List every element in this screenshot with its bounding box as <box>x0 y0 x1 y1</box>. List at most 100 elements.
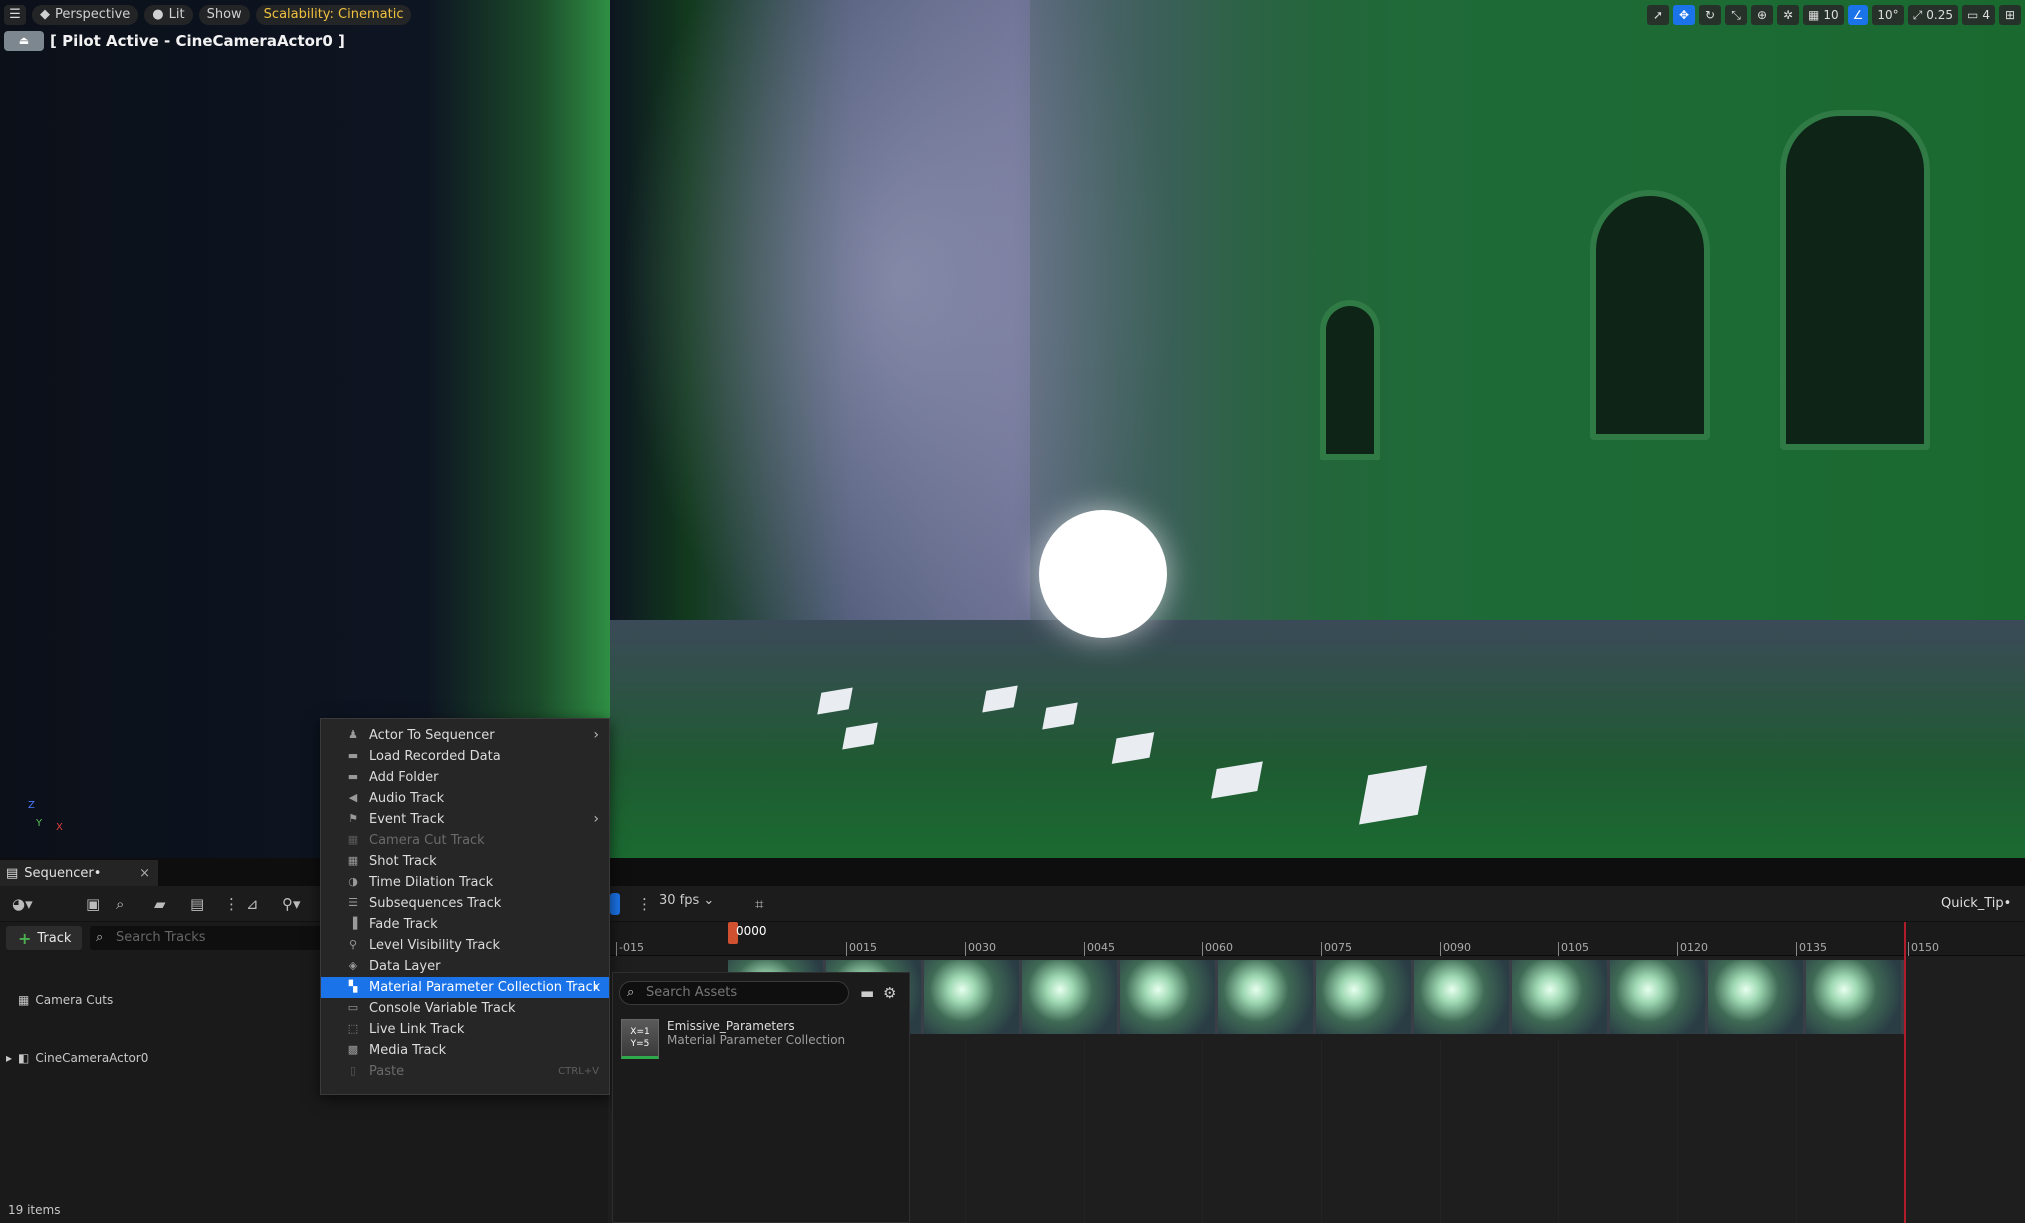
scale-snap-button[interactable]: ⤢ 0.25 <box>1907 5 1959 25</box>
menu-item-level-visibility-track[interactable]: ⚲ Level Visibility Track <box>321 935 609 956</box>
thumbnail <box>1414 960 1512 1034</box>
folder-icon: ▬ <box>347 770 359 783</box>
snap-curve-icon[interactable]: ⌗ <box>755 893 763 915</box>
camera-cut-icon: ▦ <box>347 833 359 846</box>
rotation-snap-value-box[interactable]: 10° <box>1872 5 1904 25</box>
menu-item-paste: ▯ Paste CTRL+V <box>321 1061 609 1082</box>
thumbnail <box>1610 960 1708 1034</box>
menu-item-actor-to-sequencer[interactable]: ♟ Actor To Sequencer › <box>321 725 609 746</box>
flag-icon: ⚑ <box>348 812 358 825</box>
expand-arrow-icon[interactable]: ▸ <box>6 1051 12 1065</box>
key-tools-icon[interactable]: ⚲▾ <box>282 893 301 915</box>
maximize-viewport-icon[interactable]: ⊞ <box>1999 5 2021 25</box>
camera-speed-button[interactable]: ▭ 4 <box>1962 5 1995 25</box>
show-button[interactable]: Show <box>198 5 250 25</box>
ruler-tick: 0045 <box>1084 942 1115 956</box>
thumbnail <box>1022 960 1120 1034</box>
lit-button[interactable]: ● Lit <box>144 5 193 25</box>
grid-snap-button[interactable]: ▦ 10 <box>1803 5 1844 25</box>
sequencer-tab[interactable]: ▤ Sequencer• × <box>0 860 158 886</box>
close-tab-icon[interactable]: × <box>139 866 150 881</box>
chevron-right-icon: › <box>593 727 599 743</box>
menu-item-material-parameter-collection-track[interactable]: ▚ Material Parameter Collection Track › <box>321 977 609 998</box>
menu-item-time-dilation-track[interactable]: ◑ Time Dilation Track <box>321 872 609 893</box>
toolbar-more-icon[interactable]: ⋮ <box>637 893 652 915</box>
grid-line <box>965 1040 966 1223</box>
add-track-button[interactable]: + Track <box>6 926 82 950</box>
media-icon: ▩ <box>347 1043 359 1056</box>
angle-icon: ∠ <box>1852 8 1864 22</box>
grid-line <box>1440 1040 1441 1223</box>
level-viewport[interactable]: ☰ ◆ Perspective ● Lit Show Scalability: Ci… <box>0 0 2025 858</box>
asset-type: Material Parameter Collection <box>667 1033 846 1047</box>
ruler-tick: 0015 <box>846 942 877 956</box>
save-icon[interactable]: ▣ <box>86 893 100 915</box>
camera-actor-icon: ◧ <box>18 1051 30 1065</box>
menu-item-fade-track[interactable]: ▐ Fade Track <box>321 914 609 935</box>
menu-item-label: Event Track <box>369 812 445 827</box>
lit-label: Lit <box>168 7 185 22</box>
grid-icon: ▦ <box>1808 8 1820 22</box>
ruler-tick: 0060 <box>1202 942 1233 956</box>
track-row-camera-cuts[interactable]: ▦ Camera Cuts <box>0 988 330 1012</box>
grid-line <box>1321 1040 1322 1223</box>
track-row-cinecamera[interactable]: ▸ ◧ CineCameraActor0 <box>0 1046 330 1070</box>
scale-icon[interactable]: ⤡ <box>1725 5 1748 25</box>
menu-item-event-track[interactable]: ⚑ Event Track › <box>321 809 609 830</box>
time-ruler[interactable]: 0000 -015 0015 0030 0045 0060 0075 0090 … <box>608 922 2025 956</box>
rotate-icon[interactable]: ↻ <box>1699 5 1722 25</box>
menu-item-load-recorded-data[interactable]: ▬ Load Recorded Data <box>321 746 609 767</box>
sequence-name-label[interactable]: Quick_Tip• <box>1941 896 2011 911</box>
actor-icon: ♟ <box>348 728 358 741</box>
folder-icon[interactable]: ▬ <box>860 984 874 1002</box>
chevron-right-icon: › <box>593 979 599 995</box>
menu-item-label: Camera Cut Track <box>369 833 485 848</box>
menu-item-label: Load Recorded Data <box>369 749 501 764</box>
end-marker[interactable] <box>1904 922 1906 1223</box>
hamburger-icon[interactable]: ☰ <box>4 5 26 25</box>
menu-item-label: Paste <box>369 1064 405 1079</box>
grid-line <box>1796 1040 1797 1223</box>
menu-item-console-variable-track[interactable]: ▭ Console Variable Track <box>321 998 609 1019</box>
building-window <box>1590 190 1710 440</box>
eject-pilot-button[interactable]: ⏏ <box>4 31 44 51</box>
cube-icon: ◆ <box>40 7 50 22</box>
world-local-icon[interactable]: ⊕ <box>1751 5 1774 25</box>
grid-line <box>1202 1040 1203 1223</box>
select-icon[interactable]: ➚ <box>1647 5 1670 25</box>
gear-icon[interactable]: ⚙ <box>883 984 896 1002</box>
menu-item-audio-track[interactable]: ◀ Audio Track <box>321 788 609 809</box>
menu-item-data-layer[interactable]: ◈ Data Layer <box>321 956 609 977</box>
asset-thumbnail: X=1 Y=5 <box>621 1019 659 1059</box>
clapper-icon[interactable]: ▤ <box>190 893 204 915</box>
curve-editor-icon[interactable]: ⊿ <box>246 893 259 915</box>
fps-dropdown[interactable]: 30 fps ⌄ <box>659 893 714 908</box>
search-assets-input[interactable]: ⌕ Search Assets <box>619 981 849 1005</box>
menu-item-label: Media Track <box>369 1043 447 1058</box>
perspective-button[interactable]: ◆ Perspective <box>32 5 139 25</box>
translate-icon[interactable]: ✥ <box>1673 5 1696 25</box>
rotation-snap-button[interactable]: ∠ <box>1847 5 1869 25</box>
asset-item[interactable]: X=1 Y=5 Emissive_Parameters Material Par… <box>621 1019 907 1061</box>
ruler-tick: 0120 <box>1677 942 1708 956</box>
scale-snap-icon: ⤢ <box>1912 8 1923 22</box>
thumbnail <box>1512 960 1610 1034</box>
menu-item-live-link-track[interactable]: ⬚ Live Link Track <box>321 1019 609 1040</box>
menu-item-add-folder[interactable]: ▬ Add Folder <box>321 767 609 788</box>
world-icon[interactable]: ◕▾ <box>12 893 33 915</box>
menu-item-subsequences-track[interactable]: ☰ Subsequences Track <box>321 893 609 914</box>
scalability-button[interactable]: Scalability: Cinematic <box>255 5 412 25</box>
add-track-menu: ♟ Actor To Sequencer › ▬ Load Recorded Data ▬… <box>320 718 610 1095</box>
subsequence-icon: ☰ <box>348 896 358 909</box>
menu-item-media-track[interactable]: ▩ Media Track <box>321 1040 609 1061</box>
render-movie-icon[interactable]: ▰ <box>154 893 166 915</box>
menu-item-label: Audio Track <box>369 791 445 806</box>
grid-line <box>1084 1040 1085 1223</box>
menu-item-shot-track[interactable]: ▦ Shot Track <box>321 851 609 872</box>
more-options-icon[interactable]: ⋮ <box>224 893 239 915</box>
active-toggle-icon[interactable] <box>610 893 620 915</box>
find-asset-icon[interactable]: ⌕ <box>116 893 124 915</box>
surface-snap-icon[interactable]: ✲ <box>1777 5 1800 25</box>
camera-speed-value: 4 <box>1982 8 1990 22</box>
search-icon: ⌕ <box>627 985 635 1000</box>
